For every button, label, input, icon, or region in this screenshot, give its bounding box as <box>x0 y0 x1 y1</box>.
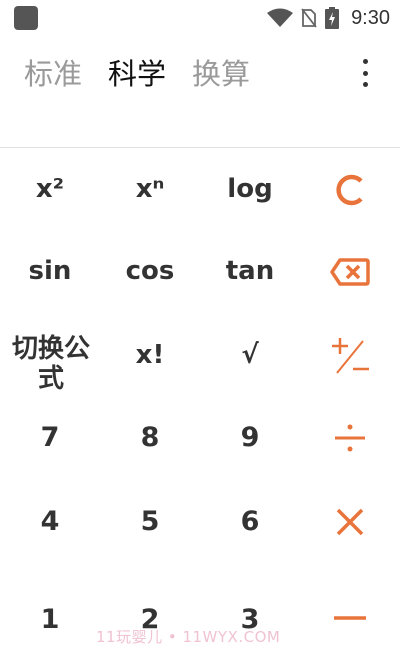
sqrt-button[interactable]: √ <box>210 326 290 384</box>
display-divider <box>0 147 400 148</box>
app-icon <box>14 6 38 30</box>
multiply-icon <box>336 508 364 536</box>
cos-button[interactable]: cos <box>110 242 190 300</box>
backspace-button[interactable] <box>320 242 380 302</box>
backspace-icon <box>330 258 370 286</box>
digit-6-button[interactable]: 6 <box>210 492 290 550</box>
battery-charging-icon <box>325 7 340 29</box>
tab-standard[interactable]: 标准 <box>24 54 82 94</box>
status-time: 9:30 <box>351 6 390 29</box>
wifi-icon <box>267 8 294 27</box>
more-vert-icon <box>362 59 368 64</box>
log-button[interactable]: log <box>208 160 292 218</box>
digit-4-button[interactable]: 4 <box>10 492 90 550</box>
minus-button[interactable] <box>320 588 380 648</box>
clear-icon <box>336 174 363 206</box>
no-sim-icon <box>301 8 317 28</box>
clear-button[interactable] <box>320 160 380 220</box>
digit-1-button[interactable]: 1 <box>10 590 90 648</box>
status-icons: 9:30 <box>267 6 390 30</box>
tan-button[interactable]: tan <box>208 242 292 300</box>
digit-8-button[interactable]: 8 <box>110 408 190 466</box>
power-button[interactable]: xⁿ <box>110 160 190 218</box>
sin-button[interactable]: sin <box>10 242 90 300</box>
switch-formula-button[interactable]: 切换公式 <box>4 334 98 396</box>
digit-7-button[interactable]: 7 <box>10 408 90 466</box>
digit-9-button[interactable]: 9 <box>210 408 290 466</box>
multiply-button[interactable] <box>320 492 380 552</box>
divide-icon <box>335 424 365 452</box>
more-vert-dot <box>362 70 368 76</box>
status-bar: 9:30 <box>0 0 400 36</box>
tab-scientific[interactable]: 科学 <box>108 54 166 94</box>
mode-tabs: 标准 科学 换算 <box>24 54 250 94</box>
divide-button[interactable] <box>320 408 380 468</box>
tab-conversion[interactable]: 换算 <box>192 54 250 94</box>
switch-formula-label: 切换公式 <box>11 334 90 394</box>
minus-icon <box>334 616 366 620</box>
plus-minus-icon <box>332 338 369 374</box>
more-vert-dot <box>362 82 368 87</box>
plus-minus-button[interactable] <box>320 326 380 386</box>
square-button[interactable]: x² <box>10 160 90 218</box>
watermark: 11玩婴儿 • 11WYX.COM <box>96 628 281 646</box>
digit-5-button[interactable]: 5 <box>110 492 190 550</box>
factorial-button[interactable]: x! <box>110 326 190 384</box>
more-options-button[interactable] <box>358 56 372 90</box>
